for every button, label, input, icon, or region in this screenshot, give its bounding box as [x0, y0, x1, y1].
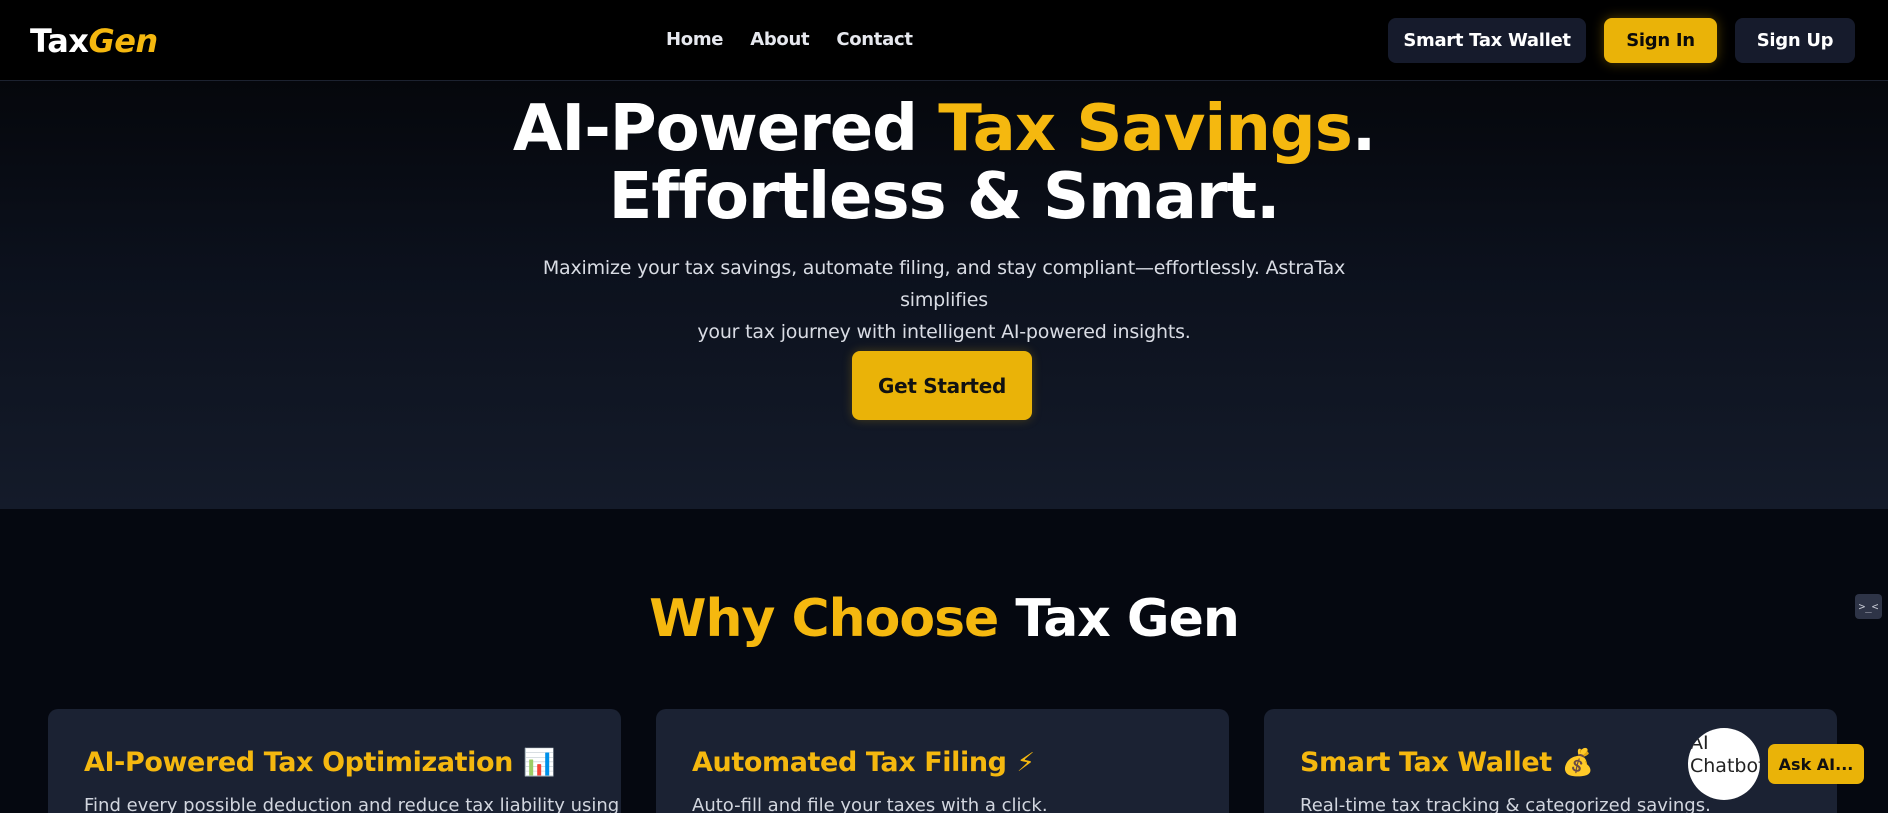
top-navbar: TaxGen Home About Contact Smart Tax Wall…	[0, 0, 1888, 81]
card-description: Find every possible deduction and reduce…	[84, 795, 620, 813]
why-choose-heading: Why Choose Tax Gen	[0, 589, 1888, 649]
get-started-button[interactable]: Get Started	[852, 351, 1032, 420]
hero-title-period: .	[1351, 92, 1376, 166]
lightning-icon: ⚡	[1016, 748, 1035, 778]
card-description: Auto-fill and file your taxes with a cli…	[692, 795, 1048, 813]
card-title: Smart Tax Wallet 💰	[1300, 747, 1594, 778]
card-title-text: AI-Powered Tax Optimization	[84, 747, 513, 778]
why-choose-highlight: Why Choose	[649, 589, 999, 649]
logo-text-gen: Gen	[88, 22, 158, 60]
feature-card-automated-filing: Automated Tax Filing ⚡ Auto-fill and file…	[656, 709, 1229, 813]
why-choose-section: Why Choose Tax Gen AI-Powered Tax Optimi…	[0, 509, 1888, 813]
hero-title-text: AI-Powered	[512, 92, 939, 166]
nav-link-home[interactable]: Home	[666, 29, 724, 50]
logo-text-tax: Tax	[30, 22, 89, 60]
money-bag-icon: 💰	[1561, 748, 1594, 778]
hero-subtitle-line1: Maximize your tax savings, automate fili…	[542, 257, 1346, 311]
card-title-text: Automated Tax Filing	[692, 747, 1007, 778]
hero-title-line1: AI-Powered Tax Savings.	[0, 95, 1888, 163]
sign-in-button[interactable]: Sign In	[1604, 18, 1717, 63]
nav-links: Home About Contact	[666, 29, 913, 50]
feature-card-ai-optimization: AI-Powered Tax Optimization 📊 Find every …	[48, 709, 621, 813]
hero-title-highlight: Tax Savings	[938, 92, 1353, 166]
ask-ai-button[interactable]: Ask AI...	[1768, 744, 1864, 784]
why-choose-rest: Tax Gen	[998, 589, 1239, 649]
side-toggle-icon[interactable]: >_<	[1855, 594, 1882, 619]
card-title: AI-Powered Tax Optimization 📊	[84, 747, 555, 778]
card-title: Automated Tax Filing ⚡	[692, 747, 1035, 778]
smart-tax-wallet-button[interactable]: Smart Tax Wallet	[1388, 18, 1586, 63]
hero-subtitle-line2: your tax journey with intelligent AI-pow…	[697, 321, 1191, 343]
nav-link-about[interactable]: About	[750, 29, 809, 50]
hero-subtitle: Maximize your tax savings, automate fili…	[504, 252, 1384, 348]
hero-section: AI-Powered Tax Savings. Effortless & Sma…	[0, 81, 1888, 509]
sign-up-button[interactable]: Sign Up	[1735, 18, 1855, 63]
hero-title-line2: Effortless & Smart.	[608, 160, 1281, 234]
nav-link-contact[interactable]: Contact	[836, 29, 913, 50]
card-title-text: Smart Tax Wallet	[1300, 747, 1552, 778]
bar-chart-icon: 📊	[522, 748, 555, 778]
chatbot-avatar-image[interactable]: AI Chatbot	[1688, 728, 1760, 800]
card-description: Real-time tax tracking & categorized sav…	[1300, 795, 1711, 813]
logo[interactable]: TaxGen	[30, 22, 158, 60]
